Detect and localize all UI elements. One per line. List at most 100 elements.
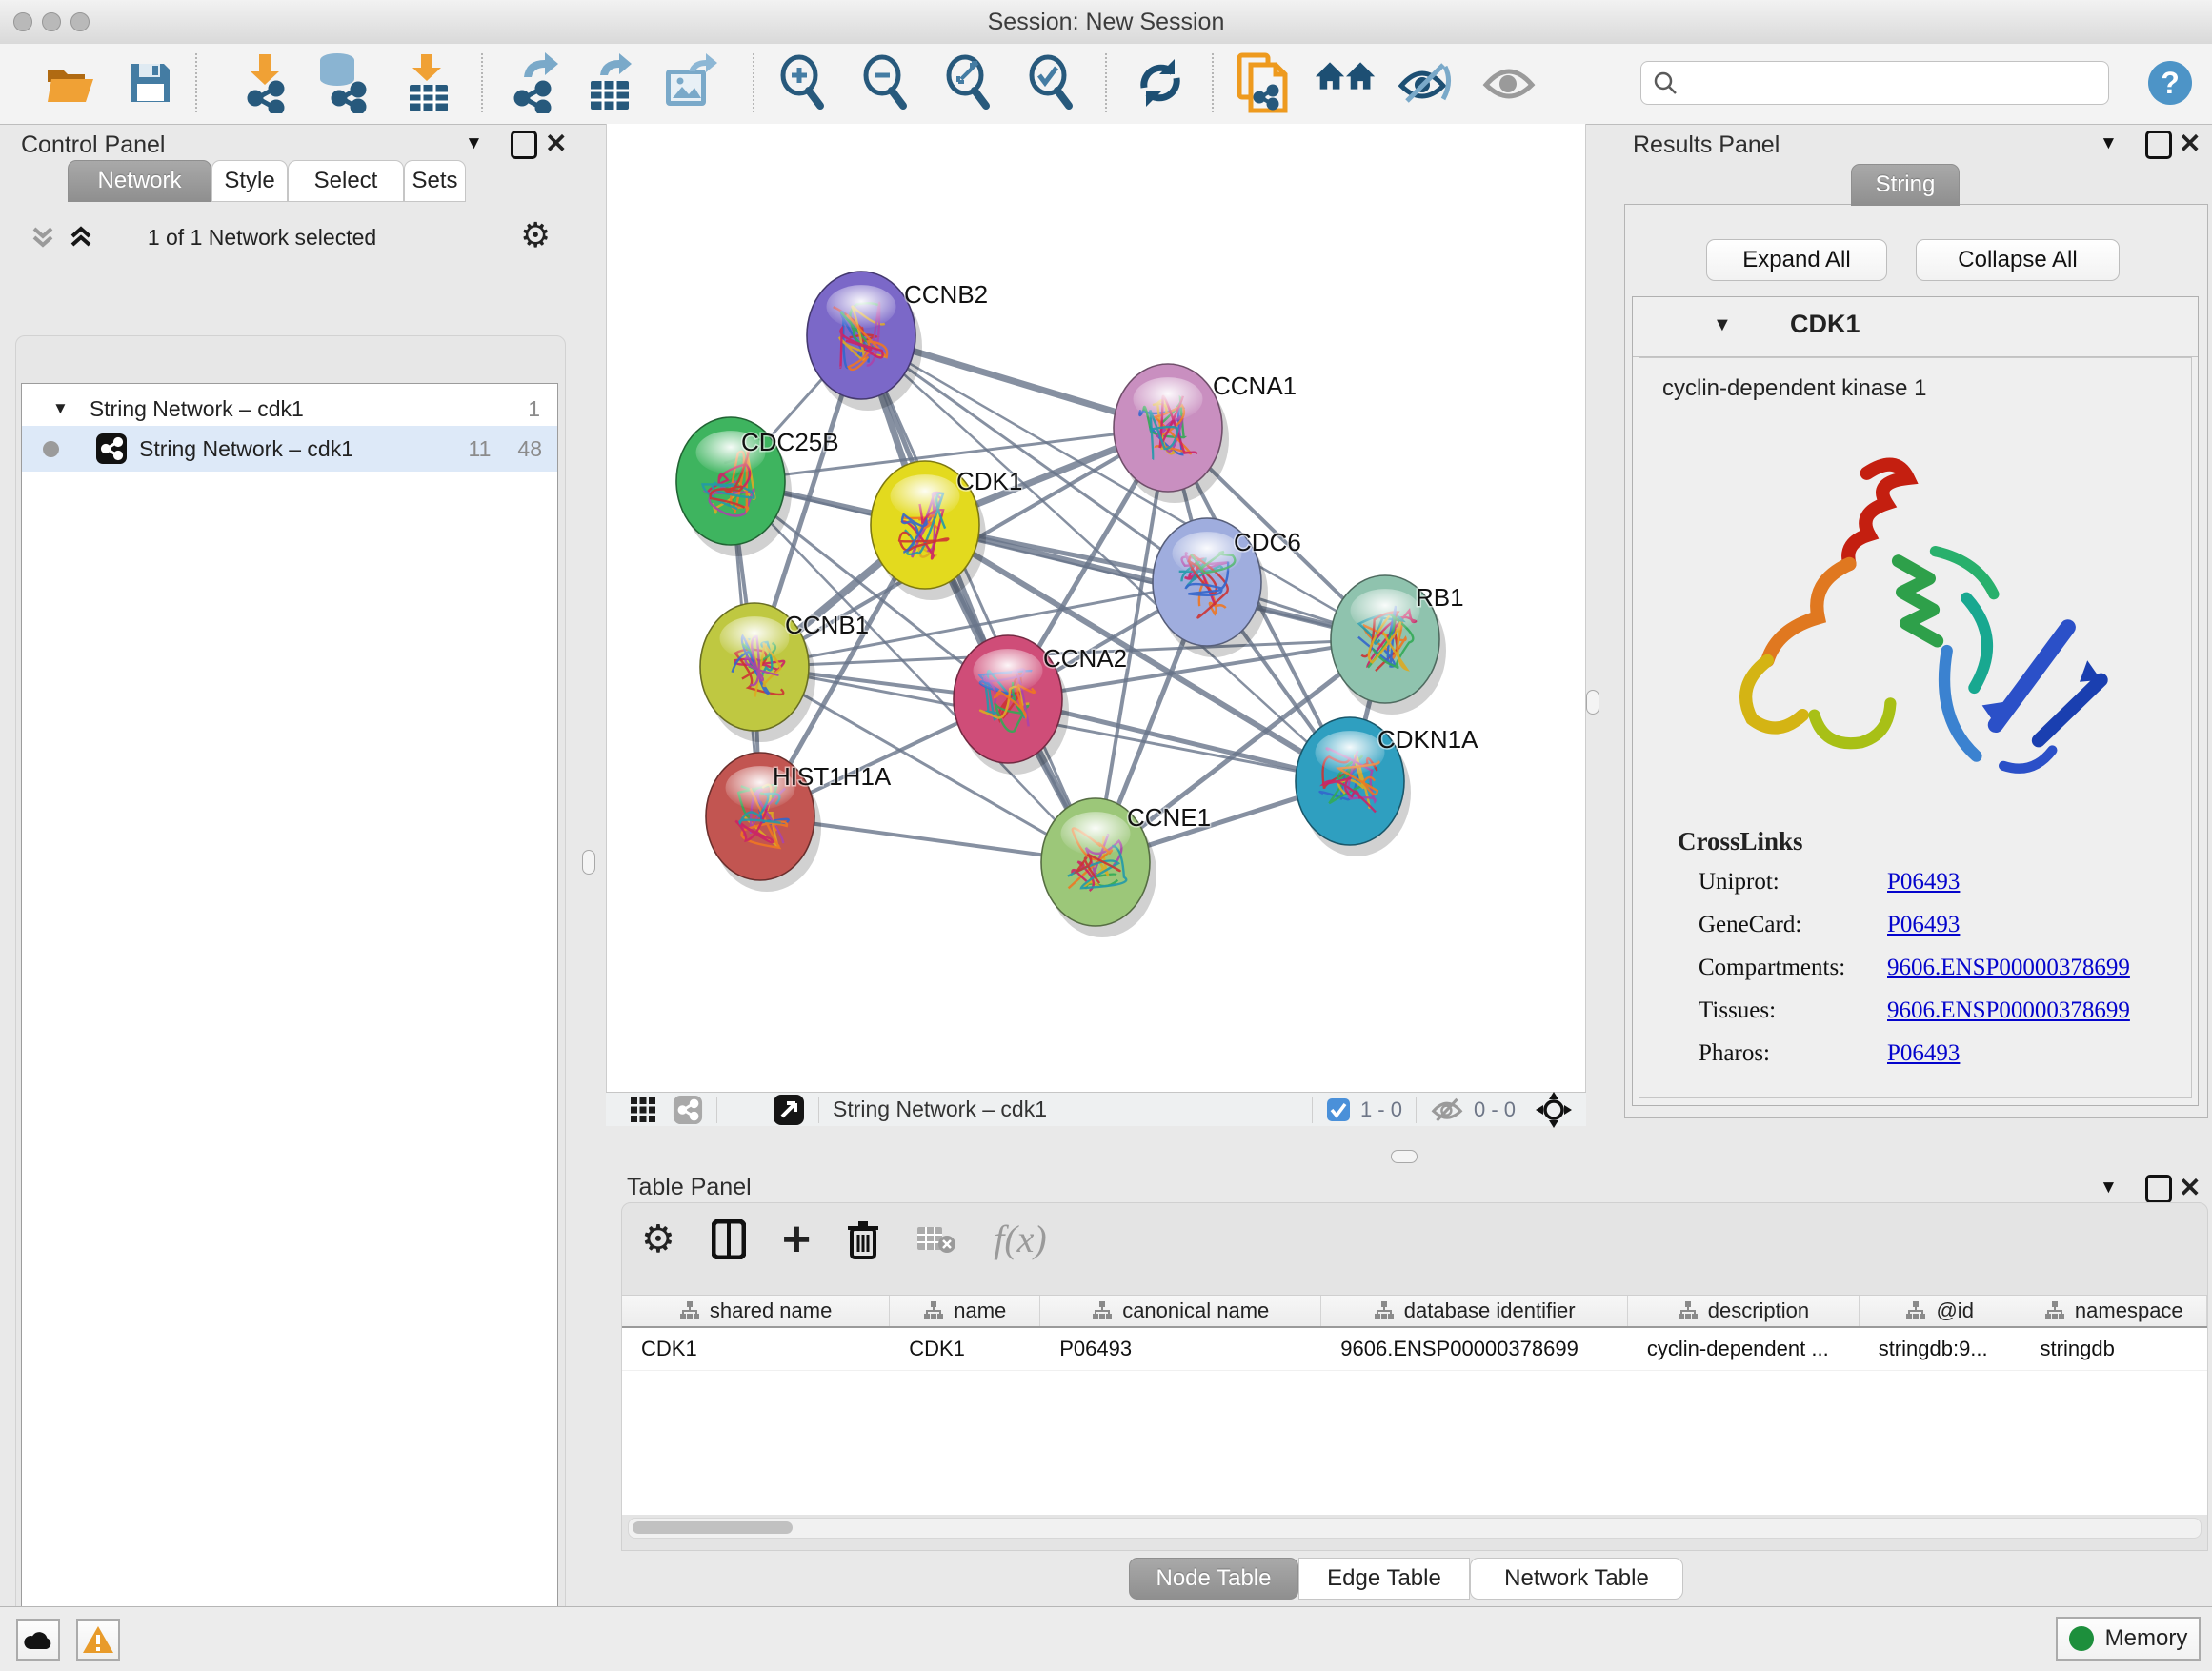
table-cell[interactable]: P06493 [1040, 1328, 1321, 1370]
show-all-eye-icon[interactable] [1478, 50, 1541, 116]
results-panel-close-icon[interactable]: ✕ [2179, 128, 2201, 159]
zoom-selected-icon[interactable] [1020, 50, 1083, 116]
control-panel-float-icon[interactable] [511, 131, 537, 159]
search-input[interactable] [1640, 61, 2109, 105]
tab-edge-table[interactable]: Edge Table [1298, 1558, 1470, 1600]
search-field[interactable] [1687, 70, 2108, 96]
column-header-canonical-name[interactable]: canonical name [1040, 1296, 1321, 1326]
left-splitter-handle[interactable] [582, 850, 595, 875]
column-header-database-identifier[interactable]: database identifier [1321, 1296, 1628, 1326]
column-header-label: name [954, 1299, 1006, 1323]
open-session-icon[interactable] [39, 50, 102, 116]
entry-description: cyclin-dependent kinase 1 [1662, 375, 1927, 402]
function-builder-icon[interactable]: f(x) [994, 1217, 1047, 1261]
zoom-out-icon[interactable] [855, 50, 917, 116]
crosslink-label: Compartments: [1699, 955, 1887, 981]
node-entry-header[interactable]: ▼ CDK1 [1633, 297, 2198, 357]
node-entry-body: cyclin-dependent kinase 1 [1639, 357, 2192, 1098]
crosslink-link[interactable]: P06493 [1887, 869, 1960, 896]
table-cell[interactable]: 9606.ENSP00000378699 [1321, 1328, 1628, 1370]
table-cell[interactable]: CDK1 [622, 1328, 890, 1370]
column-header-description[interactable]: description [1628, 1296, 1860, 1326]
column-header--id[interactable]: @id [1860, 1296, 2021, 1326]
table-settings-gear-icon[interactable]: ⚙ [641, 1218, 675, 1261]
delete-column-icon[interactable] [847, 1219, 879, 1259]
network-canvas[interactable]: CCNB2CCNA1CDC25BCDK1CDC6RB1CCNB1CCNA2CDK… [606, 124, 1586, 1092]
crosslink-link[interactable]: P06493 [1887, 912, 1960, 938]
cloud-status-button[interactable] [16, 1619, 60, 1661]
memory-button[interactable]: Memory [2056, 1617, 2201, 1661]
selected-checkbox-icon[interactable] [1326, 1097, 1351, 1122]
crosslink-link[interactable]: 9606.ENSP00000378699 [1887, 955, 2130, 981]
network-row[interactable]: String Network – cdk1 11 48 [22, 426, 557, 472]
scrollbar-thumb[interactable] [633, 1521, 793, 1534]
main-toolbar: ? [0, 44, 2212, 125]
expand-all-button[interactable]: Expand All [1706, 239, 1887, 281]
birdseye-view-icon[interactable] [773, 1094, 805, 1126]
tab-sets[interactable]: Sets [404, 160, 466, 202]
node-CCNA1[interactable] [1114, 364, 1229, 503]
hidden-eye-icon[interactable] [1430, 1096, 1464, 1124]
column-header-shared-name[interactable]: shared name [622, 1296, 890, 1326]
tab-select[interactable]: Select [288, 160, 404, 202]
show-columns-icon[interactable] [712, 1219, 746, 1259]
collapse-all-button[interactable]: Collapse All [1916, 239, 2120, 281]
crosshair-icon[interactable] [1535, 1091, 1573, 1129]
delete-table-icon[interactable] [915, 1223, 957, 1256]
tab-node-table[interactable]: Node Table [1129, 1558, 1298, 1600]
tab-string-results[interactable]: String [1851, 164, 1960, 206]
export-table-icon[interactable] [578, 50, 641, 116]
collection-expand-icon[interactable]: ▼ [52, 399, 69, 418]
collapse-all-networks-icon[interactable] [29, 223, 57, 252]
column-type-icon [1905, 1300, 1926, 1321]
network-collection-row[interactable]: ▼ String Network – cdk1 1 [22, 388, 557, 430]
network-options-gear-icon[interactable]: ⚙ [520, 215, 551, 255]
network-share-icon[interactable] [673, 1095, 703, 1125]
crosslink-row: Pharos:P06493 [1699, 1040, 2175, 1067]
horizontal-splitter-handle[interactable] [1391, 1150, 1418, 1163]
table-cell[interactable]: CDK1 [890, 1328, 1040, 1370]
add-column-icon[interactable]: + [782, 1225, 811, 1254]
results-panel-collapse-icon[interactable]: ▼ [2100, 133, 2118, 154]
control-panel-close-icon[interactable]: ✕ [545, 128, 567, 159]
table-horizontal-scrollbar[interactable] [628, 1518, 2202, 1539]
network-view-toolbar: String Network – cdk1 1 - 0 0 - 0 [606, 1092, 1586, 1126]
edge-CCNB2-CCNE1[interactable] [861, 335, 1096, 862]
control-panel-collapse-icon[interactable]: ▼ [465, 133, 483, 154]
table-panel-collapse-icon[interactable]: ▼ [2100, 1178, 2118, 1198]
crosslink-link[interactable]: 9606.ENSP00000378699 [1887, 997, 2130, 1024]
right-splitter-handle[interactable] [1586, 690, 1599, 715]
home-pages-icon[interactable] [1315, 50, 1377, 116]
zoom-in-icon[interactable] [772, 50, 835, 116]
warning-icon [82, 1625, 114, 1654]
tab-network-table[interactable]: Network Table [1470, 1558, 1683, 1600]
refresh-icon[interactable] [1129, 50, 1192, 116]
expand-all-networks-icon[interactable] [67, 223, 95, 252]
crosslink-link[interactable]: P06493 [1887, 1040, 1960, 1067]
import-network-file-icon[interactable] [233, 50, 296, 116]
tab-network[interactable]: Network [68, 160, 211, 202]
column-header-name[interactable]: name [890, 1296, 1040, 1326]
entry-collapse-icon[interactable]: ▼ [1713, 314, 1732, 336]
toolbar-separator [1105, 53, 1107, 112]
results-panel-float-icon[interactable] [2145, 131, 2172, 159]
copy-network-icon[interactable] [1232, 50, 1295, 116]
help-button[interactable]: ? [2148, 61, 2192, 105]
tab-style[interactable]: Style [211, 160, 288, 202]
import-network-database-icon[interactable] [310, 50, 372, 116]
zoom-fit-icon[interactable] [937, 50, 1000, 116]
table-panel-float-icon[interactable] [2145, 1175, 2172, 1203]
table-cell[interactable]: stringdb [2021, 1328, 2207, 1370]
table-cell[interactable]: cyclin-dependent ... [1628, 1328, 1860, 1370]
column-header-namespace[interactable]: namespace [2021, 1296, 2207, 1326]
export-image-icon[interactable] [657, 50, 720, 116]
import-table-icon[interactable] [395, 50, 458, 116]
warnings-button[interactable] [76, 1619, 120, 1661]
table-cell[interactable]: stringdb:9... [1860, 1328, 2021, 1370]
save-session-icon[interactable] [119, 50, 182, 116]
export-network-icon[interactable] [502, 50, 565, 116]
table-row[interactable]: CDK1CDK1P064939606.ENSP00000378699cyclin… [622, 1328, 2207, 1371]
table-panel-close-icon[interactable]: ✕ [2179, 1172, 2201, 1203]
hide-selected-eye-icon[interactable] [1396, 50, 1458, 116]
grid-view-icon[interactable] [629, 1096, 657, 1124]
